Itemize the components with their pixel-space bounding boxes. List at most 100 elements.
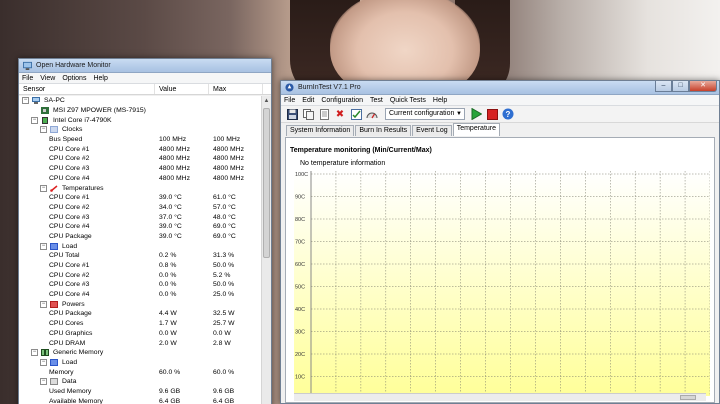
ohm-menu-view[interactable]: View <box>40 75 55 82</box>
sensor-row[interactable]: Used Memory 9.6 GB 9.6 GB <box>19 387 263 397</box>
sensor-label: Clocks <box>62 126 83 134</box>
sensor-row[interactable]: − Clocks <box>19 125 263 135</box>
bit-menu-test[interactable]: Test <box>370 97 383 104</box>
sensor-row[interactable]: − SA-PC <box>19 96 263 106</box>
gauge-icon[interactable] <box>365 108 379 121</box>
sensor-value: 2.0 W <box>159 339 177 347</box>
collapse-toggle-icon[interactable]: − <box>40 242 47 250</box>
sensor-tree[interactable]: − SA-PC MSI Z97 MPOWER (MS-7915) − Intel Cor… <box>19 96 263 404</box>
sensor-max: 9.6 GB <box>213 387 235 395</box>
document-icon[interactable] <box>317 108 331 121</box>
sensor-row[interactable]: CPU Core #3 4800 MHz 4800 MHz <box>19 164 263 174</box>
delete-icon[interactable]: ✖ <box>333 108 347 121</box>
sensor-row[interactable]: CPU Core #1 0.8 % 50.0 % <box>19 261 263 271</box>
maximize-button[interactable]: □ <box>672 81 689 92</box>
collapse-toggle-icon[interactable]: − <box>22 97 29 105</box>
sensor-row[interactable]: CPU Core #1 4800 MHz 4800 MHz <box>19 144 263 154</box>
collapse-toggle-icon[interactable]: − <box>31 116 38 124</box>
help-icon[interactable]: ? <box>501 108 515 121</box>
chart-horizontal-scrollbar[interactable] <box>294 393 706 401</box>
checklist-icon[interactable] <box>349 108 363 121</box>
ohm-vertical-scrollbar[interactable]: ▲ <box>261 96 271 404</box>
sensor-row[interactable]: CPU Core #2 4800 MHz 4800 MHz <box>19 154 263 164</box>
scroll-up-icon[interactable]: ▲ <box>262 96 271 106</box>
sensor-row[interactable]: CPU Graphics 0.0 W 0.0 W <box>19 329 263 339</box>
collapse-toggle-icon[interactable]: − <box>40 358 47 366</box>
sensor-row[interactable]: CPU Cores 1.7 W 25.7 W <box>19 319 263 329</box>
play-icon[interactable] <box>469 108 483 121</box>
bit-menu-edit[interactable]: Edit <box>302 97 314 104</box>
collapse-toggle-icon[interactable]: − <box>40 300 47 308</box>
bit-menu-quick-tests[interactable]: Quick Tests <box>390 97 426 104</box>
close-button[interactable]: ✕ <box>689 81 717 92</box>
sensor-row[interactable]: − Data <box>19 377 263 387</box>
sensor-row[interactable]: Available Memory 6.4 GB 6.4 GB <box>19 396 263 404</box>
sensor-row[interactable]: CPU Core #4 0.0 % 25.0 % <box>19 290 263 300</box>
sensor-row[interactable]: CPU Core #1 39.0 °C 61.0 °C <box>19 193 263 203</box>
sensor-max: 4800 MHz <box>213 155 244 163</box>
sensor-row[interactable]: CPU Package 4.4 W 32.5 W <box>19 309 263 319</box>
save-icon[interactable] <box>285 108 299 121</box>
sensor-name-cell: CPU Core #1 <box>19 262 155 269</box>
burnintest-window[interactable]: BurnInTest V7.1 Pro – □ ✕ File Edit Conf… <box>280 80 720 404</box>
sensor-row[interactable]: Memory 60.0 % 60.0 % <box>19 367 263 377</box>
ohm-app-icon <box>23 61 32 70</box>
collapse-toggle-icon[interactable]: − <box>40 184 47 192</box>
bit-menu-file[interactable]: File <box>284 97 295 104</box>
column-max[interactable]: Max <box>209 84 263 94</box>
y-tick-label: 20C <box>295 352 305 358</box>
stop-icon[interactable] <box>485 108 499 121</box>
sensor-name-cell: CPU Core #4 <box>19 223 155 230</box>
ohm-titlebar[interactable]: Open Hardware Monitor <box>19 59 271 73</box>
sensor-row[interactable]: − Load <box>19 358 263 368</box>
scroll-thumb[interactable] <box>263 108 270 258</box>
sensor-row[interactable]: − Intel Core i7-4790K <box>19 115 263 125</box>
column-sensor[interactable]: Sensor <box>19 84 155 94</box>
tab-event-log[interactable]: Event Log <box>412 125 452 136</box>
sensor-value: 0.0 % <box>159 291 177 299</box>
sensor-row[interactable]: CPU Total 0.2 % 31.3 % <box>19 251 263 261</box>
sensor-max: 57.0 °C <box>213 203 236 211</box>
chart-scroll-thumb[interactable] <box>680 395 696 400</box>
sensor-row[interactable]: CPU Core #3 0.0 % 50.0 % <box>19 280 263 290</box>
minimize-button[interactable]: – <box>655 81 672 92</box>
sensor-row[interactable]: − Powers <box>19 299 263 309</box>
ohm-title: Open Hardware Monitor <box>36 62 111 69</box>
copy-icon[interactable] <box>301 108 315 121</box>
ohm-menu-options[interactable]: Options <box>62 75 86 82</box>
column-value[interactable]: Value <box>155 84 209 94</box>
clock-icon <box>50 126 58 134</box>
collapse-toggle-icon[interactable]: − <box>40 378 47 386</box>
bit-menu-configuration[interactable]: Configuration <box>321 97 363 104</box>
sensor-row[interactable]: CPU Core #2 0.0 % 5.2 % <box>19 270 263 280</box>
configuration-select[interactable]: Current configuration ▼ <box>385 108 465 120</box>
thermometer-icon <box>50 184 58 192</box>
tab-burn-in-results[interactable]: Burn In Results <box>355 125 412 136</box>
bit-menu-help[interactable]: Help <box>433 97 447 104</box>
sensor-row[interactable]: CPU DRAM 2.0 W 2.8 W <box>19 338 263 348</box>
sensor-row[interactable]: CPU Core #3 37.0 °C 48.0 °C <box>19 212 263 222</box>
sensor-row[interactable]: Bus Speed 100 MHz 100 MHz <box>19 135 263 145</box>
ohm-menu-help[interactable]: Help <box>93 75 107 82</box>
y-tick-label: 80C <box>295 217 305 223</box>
collapse-toggle-icon[interactable]: − <box>40 126 47 134</box>
sensor-name-cell: CPU Graphics <box>19 330 155 337</box>
ohm-window[interactable]: Open Hardware Monitor File View Options … <box>18 58 272 404</box>
sensor-row[interactable]: − Temperatures <box>19 183 263 193</box>
tab-temperature[interactable]: Temperature <box>452 123 500 136</box>
sensor-max: 50.0 % <box>213 281 235 289</box>
tab-system-information[interactable]: System Information <box>286 125 355 136</box>
sensor-row[interactable]: CPU Core #4 39.0 °C 69.0 °C <box>19 222 263 232</box>
sensor-row[interactable]: MSI Z97 MPOWER (MS-7915) <box>19 106 263 116</box>
sensor-value: 4800 MHz <box>159 155 190 163</box>
sensor-row[interactable]: − Load <box>19 241 263 251</box>
sensor-name-cell: CPU Core #4 <box>19 291 155 298</box>
ohm-menubar: File View Options Help <box>19 73 271 84</box>
sensor-row[interactable]: − Generic Memory <box>19 348 263 358</box>
collapse-toggle-icon[interactable]: − <box>31 349 38 357</box>
bit-titlebar[interactable]: BurnInTest V7.1 Pro – □ ✕ <box>281 81 719 95</box>
sensor-row[interactable]: CPU Package 39.0 °C 69.0 °C <box>19 232 263 242</box>
ohm-menu-file[interactable]: File <box>22 75 33 82</box>
sensor-row[interactable]: CPU Core #4 4800 MHz 4800 MHz <box>19 174 263 184</box>
sensor-row[interactable]: CPU Core #2 34.0 °C 57.0 °C <box>19 203 263 213</box>
